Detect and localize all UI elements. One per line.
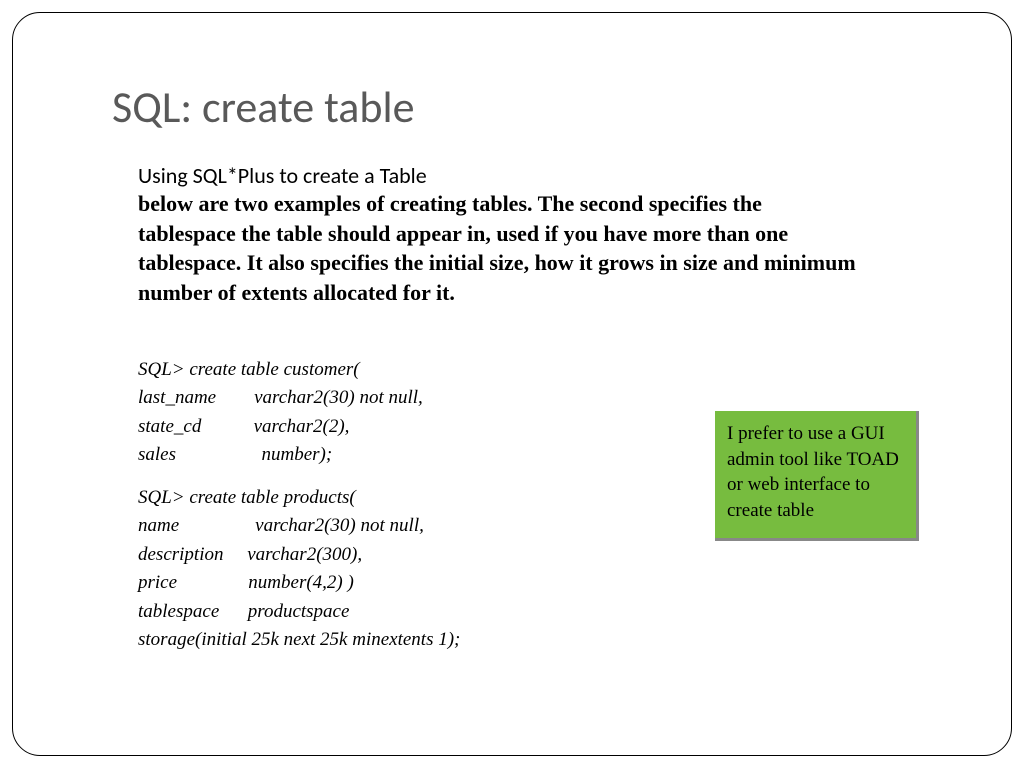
- slide-title: SQL: create table: [112, 80, 924, 134]
- subtitle: Using SQL*Plus to create a Table: [138, 162, 864, 189]
- body-text: Using SQL*Plus to create a Table below a…: [138, 162, 864, 308]
- description: below are two examples of creating table…: [138, 189, 864, 308]
- slide-content: SQL: create table Using SQL*Plus to crea…: [0, 0, 1024, 768]
- callout-box: I prefer to use a GUI admin tool like TO…: [715, 411, 919, 541]
